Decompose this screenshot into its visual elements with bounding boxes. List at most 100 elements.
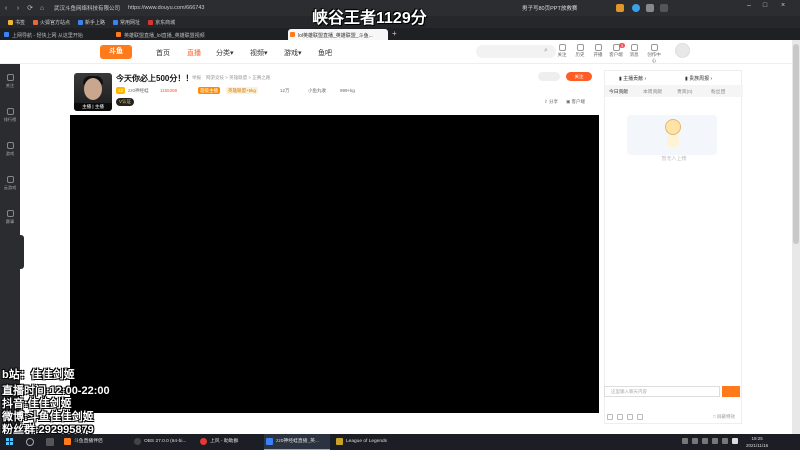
news-ticker[interactable]: 男子写80页PPT放救赛 bbox=[522, 4, 614, 12]
video-player[interactable] bbox=[70, 115, 599, 413]
bookmark-item[interactable]: 京东商城 bbox=[148, 19, 175, 26]
gamepad-icon bbox=[6, 142, 14, 149]
volume-icon[interactable] bbox=[712, 438, 718, 444]
image-icon[interactable] bbox=[617, 414, 623, 420]
sidebar-toggle[interactable] bbox=[20, 235, 24, 269]
menu-icon[interactable] bbox=[660, 4, 668, 12]
bookmark-label: 书签 bbox=[15, 19, 26, 26]
emoji-icon[interactable] bbox=[607, 414, 613, 420]
gift-icon[interactable] bbox=[627, 414, 633, 420]
back-icon[interactable]: ‹ bbox=[0, 5, 12, 12]
taskbar-app[interactable]: League of Legends bbox=[334, 434, 400, 450]
maximize-icon[interactable]: □ bbox=[758, 2, 772, 9]
task-view-icon[interactable] bbox=[46, 438, 54, 446]
header-icon-label: 开播 bbox=[593, 52, 603, 57]
minimize-icon[interactable]: – bbox=[742, 2, 756, 9]
noble-title[interactable]: ▮ 贵族周报 › bbox=[685, 75, 712, 82]
nav-home[interactable]: 首页 bbox=[156, 48, 170, 58]
send-button[interactable] bbox=[722, 386, 740, 397]
app-icon bbox=[64, 438, 71, 445]
tab-week[interactable]: 本周贡献 bbox=[643, 88, 662, 95]
chat-input[interactable]: 这里输入聊天内容 bbox=[604, 386, 720, 397]
refresh-icon[interactable]: ⟳ bbox=[24, 4, 36, 12]
taskbar-app[interactable]: 上风 - 助助群 bbox=[198, 434, 260, 450]
ime-icon[interactable] bbox=[732, 438, 738, 444]
tray-icon[interactable] bbox=[702, 438, 708, 444]
nav-category[interactable]: 分类▾ bbox=[216, 48, 234, 58]
douyu-page: 斗鱼 首页 直播 分类▾ 视频▾ 游戏▾ 鱼吧 ⌕ 关注 历史 开播 客户端 3… bbox=[0, 40, 800, 434]
home-icon[interactable]: ⌂ bbox=[36, 5, 48, 12]
extension-icon[interactable] bbox=[632, 4, 640, 12]
tab-today[interactable]: 今日贡献 bbox=[609, 88, 628, 95]
sidebar-item-follow[interactable]: 关注 bbox=[0, 74, 20, 89]
overlay-value: 佳佳剑姬 bbox=[30, 369, 75, 381]
browser-tab-active[interactable]: lol英雄联盟直播_英雄联盟_斗鱼... bbox=[288, 29, 388, 40]
close-icon[interactable]: × bbox=[776, 2, 790, 9]
browser-tab[interactable]: 上网导航 - 轻快上网 从这里开始 bbox=[2, 29, 112, 40]
scrollbar-thumb[interactable] bbox=[793, 44, 799, 244]
extension-icon[interactable] bbox=[616, 4, 624, 12]
sidebar-item-events[interactable]: 赛事 bbox=[0, 210, 20, 225]
page-scrollbar[interactable] bbox=[792, 40, 800, 434]
sidebar-item-rank[interactable]: 排行榜 bbox=[0, 108, 20, 123]
bookmark-item[interactable]: 新手上路 bbox=[78, 19, 105, 26]
report-link[interactable]: 举报 bbox=[192, 75, 201, 81]
extension-icon[interactable] bbox=[646, 4, 654, 12]
search-icon[interactable] bbox=[26, 438, 34, 446]
address-bar[interactable]: https://www.douyu.com/666743 bbox=[128, 5, 204, 11]
header-broadcast[interactable]: 开播 bbox=[590, 44, 606, 58]
breadcrumb[interactable]: 网游竞技 > 英雄联盟 > 正赛之路 bbox=[206, 75, 270, 81]
taskbar-app[interactable]: 斗鱼直播伴侣 bbox=[62, 434, 124, 450]
new-tab-button[interactable]: + bbox=[392, 29, 397, 38]
bookmark-item[interactable]: 火狐官方站点 bbox=[33, 19, 70, 26]
client-button[interactable]: ▣ 客户端 bbox=[566, 99, 585, 105]
settings-icon[interactable] bbox=[637, 414, 643, 420]
bookmark-item[interactable]: 常用网址 bbox=[113, 19, 140, 26]
nav-game[interactable]: 游戏▾ bbox=[284, 48, 302, 58]
header-messages[interactable]: 消息 bbox=[626, 44, 642, 58]
sidebar-item-cloudgame[interactable]: 云游戏 bbox=[0, 176, 20, 191]
nav-fishbar[interactable]: 鱼吧 bbox=[318, 48, 332, 58]
taskbar-app-label: OBS 27.0.0 (64-bi... bbox=[144, 439, 187, 444]
system-clock[interactable]: 19:25 2021/11/16 bbox=[746, 435, 768, 449]
taskbar-app-label: League of Legends bbox=[346, 439, 388, 444]
notify-toggle[interactable] bbox=[538, 72, 560, 81]
forward-icon[interactable]: › bbox=[12, 5, 24, 12]
site-info[interactable]: 武汉斗鱼网络科技有限公司 bbox=[54, 4, 120, 12]
nav-live[interactable]: 直播 bbox=[187, 48, 201, 58]
user-avatar[interactable] bbox=[675, 43, 690, 58]
rank-tabs: 今日贡献 本周贡献 贵宾(0) 粉丝团 bbox=[605, 85, 743, 97]
network-icon[interactable] bbox=[722, 438, 728, 444]
header-follow[interactable]: 关注 bbox=[554, 44, 570, 58]
taskbar-app-active[interactable]: zz0神经蛙直播_英... bbox=[264, 434, 330, 450]
tray-icon[interactable] bbox=[692, 438, 698, 444]
bookmark-item[interactable]: 书签 bbox=[8, 19, 25, 26]
header-icon-label: 客户端 bbox=[609, 52, 623, 57]
tray-icon[interactable] bbox=[682, 438, 688, 444]
search-icon[interactable]: ⌕ bbox=[544, 47, 552, 55]
sidebar-item-label: 游戏 bbox=[5, 151, 15, 156]
shield-label: 屏蔽特效 bbox=[716, 414, 735, 419]
tab-strip: 上网导航 - 轻快上网 从这里开始 英雄联盟直播_lol直播_英雄联盟视频 lo… bbox=[0, 28, 800, 40]
browser-tab[interactable]: 英雄联盟直播_lol直播_英雄联盟视频 bbox=[114, 29, 286, 40]
globe-icon bbox=[113, 19, 119, 25]
tab-fans[interactable]: 粉丝团 bbox=[711, 88, 725, 95]
douyu-logo[interactable]: 斗鱼 bbox=[100, 45, 132, 59]
fans-count: 12万 bbox=[280, 88, 290, 93]
windows-start-icon[interactable] bbox=[6, 438, 14, 446]
header-history[interactable]: 历史 bbox=[572, 44, 588, 58]
streamer-avatar[interactable]: 主播 | 主播 bbox=[74, 73, 112, 111]
tab-vip[interactable]: 贵宾(0) bbox=[677, 88, 692, 95]
sidebar-item-game[interactable]: 游戏 bbox=[0, 142, 20, 157]
share-button[interactable]: ⇪ 分享 bbox=[544, 99, 558, 105]
taskbar-app[interactable]: OBS 27.0.0 (64-bi... bbox=[132, 434, 194, 450]
follow-button[interactable]: 关注 bbox=[566, 72, 592, 81]
nav-video[interactable]: 视频▾ bbox=[250, 48, 268, 58]
header-creator[interactable]: 创作中心 bbox=[646, 44, 662, 64]
shield-toggle[interactable]: □ 屏蔽特效 bbox=[713, 414, 735, 420]
star-icon bbox=[8, 19, 13, 25]
rank-title[interactable]: ▮ 主播贡献 › bbox=[619, 75, 646, 82]
verified-badge: V认证 bbox=[116, 98, 135, 106]
streamer-name[interactable]: zz0神经蛙 bbox=[128, 87, 149, 94]
app-icon bbox=[134, 438, 141, 445]
